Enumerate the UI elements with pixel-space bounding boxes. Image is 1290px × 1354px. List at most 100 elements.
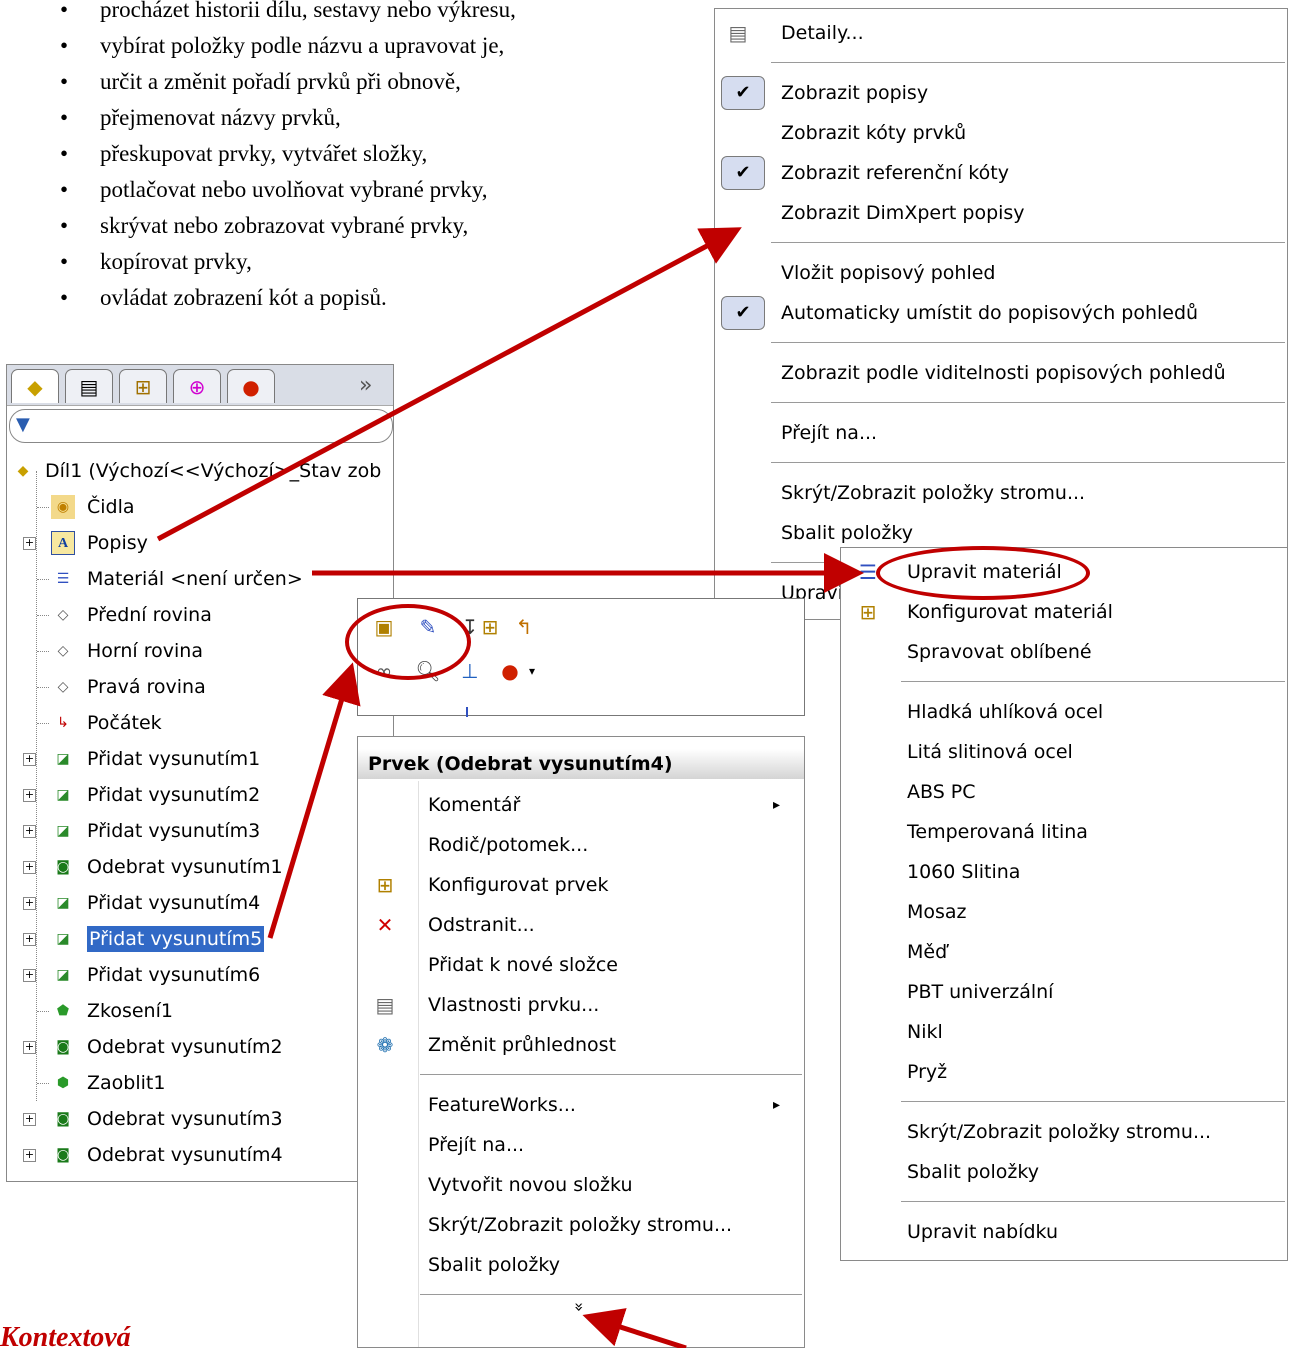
plane-icon: ◇ bbox=[57, 679, 69, 695]
expand-icon[interactable]: + bbox=[23, 969, 36, 982]
tree-item[interactable]: ◉ Čidla bbox=[7, 489, 393, 525]
menu-item[interactable]: Hladká uhlíková ocel bbox=[841, 692, 1287, 732]
menu-item[interactable]: Přidat k nové složce bbox=[358, 945, 804, 985]
expand-icon[interactable]: + bbox=[23, 537, 36, 550]
menu-item-label: Skrýt/Zobrazit položky stromu... bbox=[781, 482, 1086, 504]
menu-item[interactable]: Spravovat oblíbené bbox=[841, 632, 1287, 672]
menu-item[interactable]: Sbalit položky bbox=[358, 1245, 804, 1285]
menu-item[interactable]: ✔ Zobrazit referenční kóty bbox=[715, 153, 1287, 193]
expand-icon[interactable]: + bbox=[23, 789, 36, 802]
menu-item[interactable]: Rodič/potomek... bbox=[358, 825, 804, 865]
menu-item[interactable]: Vytvořit novou složku bbox=[358, 1165, 804, 1205]
menu-item[interactable]: FeatureWorks... ▸ bbox=[358, 1085, 804, 1125]
configure-feature-icon[interactable]: ⊞ bbox=[476, 613, 504, 641]
menu-item[interactable]: ✔ Automaticky umístit do popisových pohle… bbox=[715, 293, 1287, 333]
display-manager-tab[interactable]: ● bbox=[227, 369, 275, 403]
expand-menu-chevron-icon[interactable]: » bbox=[570, 1302, 589, 1312]
menu-separator bbox=[901, 1101, 1285, 1102]
tree-item[interactable]: ⬟ Zkosení1 bbox=[7, 993, 393, 1029]
menu-item[interactable]: Upravit nabídku bbox=[841, 1212, 1287, 1252]
tree-item[interactable]: ◇ Přední rovina bbox=[7, 597, 393, 633]
expand-icon[interactable]: + bbox=[23, 933, 36, 946]
tree-item[interactable]: + ◪ Přidat vysunutím6 bbox=[7, 957, 393, 993]
menu-item[interactable]: ✔ Zobrazit popisy bbox=[715, 73, 1287, 113]
menu-item[interactable]: 1060 Slitina bbox=[841, 852, 1287, 892]
menu-item-label: FeatureWorks... bbox=[428, 1094, 576, 1116]
menu-item[interactable]: Temperovaná litina bbox=[841, 812, 1287, 852]
tree-item-label: Odebrat vysunutím1 bbox=[87, 856, 283, 878]
menu-item[interactable]: Zobrazit podle viditelnosti popisových p… bbox=[715, 353, 1287, 393]
tree-item-label: Díl1 (Výchozí<<Výchozí>_Stav zob bbox=[45, 460, 382, 482]
menu-item[interactable]: ✕ Odstranit... bbox=[358, 905, 804, 945]
menu-item[interactable]: ABS PC bbox=[841, 772, 1287, 812]
menu-item[interactable]: Skrýt/Zobrazit položky stromu... bbox=[358, 1205, 804, 1245]
menu-item[interactable]: Sbalit položky bbox=[841, 1152, 1287, 1192]
tree-item[interactable]: ◇ Horní rovina bbox=[7, 633, 393, 669]
tree-item[interactable]: ⬢ Zaoblit1 bbox=[7, 1065, 393, 1101]
expand-icon[interactable]: + bbox=[23, 1041, 36, 1054]
menu-item-label: Měď bbox=[907, 941, 948, 963]
menu-item[interactable]: Komentář ▸ bbox=[358, 785, 804, 825]
tree-item-label: Odebrat vysunutím2 bbox=[87, 1036, 283, 1058]
tree-item[interactable]: + ◪ Přidat vysunutím1 bbox=[7, 741, 393, 777]
expand-icon[interactable]: + bbox=[23, 897, 36, 910]
boss-extrude-icon: ◪ bbox=[56, 895, 70, 911]
highlight-ellipse-toolbar bbox=[345, 604, 471, 680]
menu-item[interactable]: Litá slitinová ocel bbox=[841, 732, 1287, 772]
menu-item[interactable]: Přejít na... bbox=[358, 1125, 804, 1165]
menu-item[interactable]: ⊞ Konfigurovat prvek bbox=[358, 865, 804, 905]
tree-item[interactable]: ◇ Pravá rovina bbox=[7, 669, 393, 705]
property-icon: ▤ bbox=[79, 375, 99, 399]
tree-item[interactable]: + ◙ Odebrat vysunutím3 bbox=[7, 1101, 393, 1137]
context-menu-header: Prvek (Odebrat vysunutím4) bbox=[358, 749, 804, 779]
property-manager-tab[interactable]: ▤ bbox=[65, 369, 113, 403]
boss-extrude-icon: ◪ bbox=[56, 751, 70, 767]
menu-item[interactable]: ❁ Změnit průhlednost bbox=[358, 1025, 804, 1065]
menu-item[interactable]: Pryž bbox=[841, 1052, 1287, 1092]
boss-extrude-icon: ◪ bbox=[56, 967, 70, 983]
dropdown-arrow-icon[interactable]: ▾ bbox=[518, 657, 546, 685]
tree-item[interactable]: + ◪ Přidat vysunutím5 bbox=[7, 921, 393, 957]
tree-item[interactable]: ☰ Materiál <není určen> bbox=[7, 561, 393, 597]
menu-item-label: 1060 Slitina bbox=[907, 861, 1021, 883]
dimxpert-tab[interactable]: ⊕ bbox=[173, 369, 221, 403]
tree-item[interactable]: + ◙ Odebrat vysunutím1 bbox=[7, 849, 393, 885]
menu-item[interactable]: Nikl bbox=[841, 1012, 1287, 1052]
menu-item-label: Pryž bbox=[907, 1061, 948, 1083]
tree-filter-input[interactable]: ▼ bbox=[9, 409, 393, 443]
tree-item[interactable]: + ◪ Přidat vysunutím4 bbox=[7, 885, 393, 921]
menu-item[interactable]: PBT univerzální bbox=[841, 972, 1287, 1012]
menu-separator bbox=[771, 342, 1285, 343]
menu-item[interactable]: Měď bbox=[841, 932, 1287, 972]
tree-item[interactable]: + ◪ Přidat vysunutím2 bbox=[7, 777, 393, 813]
configure-icon: ⊞ bbox=[859, 600, 877, 624]
expand-icon[interactable]: + bbox=[23, 753, 36, 766]
menu-item[interactable]: Zobrazit kóty prvků bbox=[715, 113, 1287, 153]
menu-item[interactable]: Vložit popisový pohled bbox=[715, 253, 1287, 293]
menu-item-label: Změnit průhlednost bbox=[428, 1034, 617, 1056]
menu-item-label: Automaticky umístit do popisových pohled… bbox=[781, 302, 1199, 324]
more-tabs-button[interactable]: » bbox=[359, 369, 372, 403]
menu-item[interactable]: Skrýt/Zobrazit položky stromu... bbox=[715, 473, 1287, 513]
menu-item[interactable]: ⊞ Konfigurovat materiál bbox=[841, 592, 1287, 632]
feature-manager-tab[interactable]: ◆ bbox=[11, 369, 59, 403]
menu-item[interactable]: ▤ Vlastnosti prvku... bbox=[358, 985, 804, 1025]
menu-item[interactable]: Mosaz bbox=[841, 892, 1287, 932]
menu-item[interactable]: ▤ Detaily... bbox=[715, 13, 1287, 53]
tree-item[interactable]: + ◪ Přidat vysunutím3 bbox=[7, 813, 393, 849]
expand-icon[interactable]: + bbox=[23, 825, 36, 838]
expand-icon[interactable]: + bbox=[23, 1113, 36, 1126]
tree-item-label: Přidat vysunutím3 bbox=[87, 820, 261, 842]
configuration-manager-tab[interactable]: ⊞ bbox=[119, 369, 167, 403]
tree-item[interactable]: + ◙ Odebrat vysunutím2 bbox=[7, 1029, 393, 1065]
expand-icon[interactable]: + bbox=[23, 861, 36, 874]
tree-item[interactable]: + A Popisy bbox=[7, 525, 393, 561]
menu-item[interactable]: Zobrazit DimXpert popisy bbox=[715, 193, 1287, 233]
tree-item[interactable]: + ◙ Odebrat vysunutím4 bbox=[7, 1137, 393, 1173]
menu-item[interactable]: Přejít na... bbox=[715, 413, 1287, 453]
chamfer-icon: ⬟ bbox=[56, 1003, 70, 1019]
tree-item[interactable]: ↳ Počátek bbox=[7, 705, 393, 741]
expand-icon[interactable]: + bbox=[23, 1149, 36, 1162]
parent-child-icon[interactable]: ↰ bbox=[510, 613, 538, 641]
menu-item[interactable]: Skrýt/Zobrazit položky stromu... bbox=[841, 1112, 1287, 1152]
